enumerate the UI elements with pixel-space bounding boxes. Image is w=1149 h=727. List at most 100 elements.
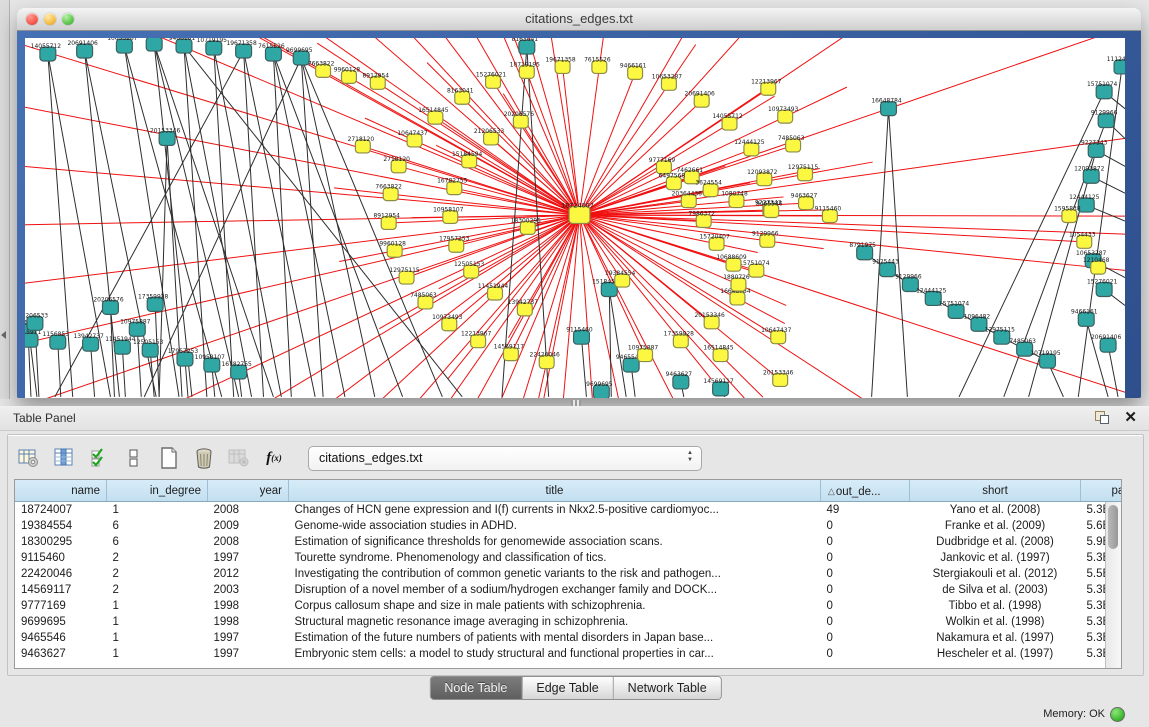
table-vertical-scrollbar[interactable] (1105, 502, 1121, 668)
close-panel-icon[interactable]: ✕ (1124, 408, 1137, 426)
graph-node[interactable]: 10719195 (510, 61, 541, 78)
graph-node[interactable]: 3915911 (25, 329, 41, 347)
graph-node[interactable]: 9466161 (1071, 308, 1098, 326)
graph-node[interactable]: 7485063 (410, 292, 437, 309)
float-panel-icon[interactable] (1095, 411, 1109, 424)
citation-graph[interactable]: 1405571220691406106532871527602194661611… (25, 38, 1125, 398)
graph-node[interactable]: 10973493 (768, 106, 799, 123)
table-settings-icon[interactable] (16, 445, 42, 471)
graph-node[interactable]: 7615526 (258, 43, 285, 61)
graph-node[interactable]: 17359928 (664, 331, 695, 348)
graph-nodes[interactable]: 1405571220691406106532871527602194661611… (25, 38, 1125, 398)
graph-node[interactable]: 12505153 (133, 339, 164, 357)
graph-node[interactable]: 20206576 (93, 296, 124, 314)
graph-node[interactable]: 12444125 (734, 139, 765, 156)
graph-node[interactable]: 10647437 (761, 327, 792, 344)
graph-node[interactable]: 20691406 (67, 40, 98, 58)
graph-node[interactable]: 10719195 (1030, 350, 1061, 368)
graph-node[interactable]: 8912954 (363, 72, 390, 89)
graph-node[interactable]: 1112453 (1107, 56, 1125, 74)
graph-node[interactable]: 9115460 (566, 326, 593, 344)
column-header-title[interactable]: title (289, 480, 821, 502)
graph-node[interactable]: 8791975 (849, 242, 876, 260)
graph-node[interactable]: 11451944 (478, 283, 509, 300)
panel-collapse-arrow-icon[interactable] (1, 331, 6, 339)
graph-node[interactable]: 9699695 (586, 381, 613, 398)
table-row[interactable]: 946554611997Estimation of the future num… (15, 630, 1122, 646)
graph-node[interactable]: 9227343 (1081, 139, 1108, 157)
column-header-name[interactable]: name (15, 480, 107, 502)
graph-node[interactable]: 16514845 (703, 345, 734, 362)
graph-node[interactable]: 12213967 (461, 331, 492, 348)
graph-node[interactable]: 20691406 (1091, 334, 1122, 352)
delete-trash-icon[interactable] (191, 445, 217, 471)
table-row[interactable]: 969969511998Structural magnetic resonanc… (15, 614, 1122, 630)
column-header-year[interactable]: year (208, 480, 289, 502)
graph-node[interactable]: 19671358 (545, 56, 576, 73)
graph-node[interactable]: 1080748 (721, 191, 748, 208)
graph-node[interactable]: 9463627 (791, 193, 818, 210)
table-chooser-dropdown[interactable]: citations_edges.txt ▲▼ (308, 446, 702, 471)
graph-node[interactable]: 9129966 (1091, 110, 1118, 128)
window-titlebar[interactable]: citations_edges.txt (17, 8, 1141, 31)
table-row[interactable]: 2242004622012Investigating the contribut… (15, 566, 1122, 582)
scrollbar-thumb[interactable] (1108, 505, 1118, 549)
graph-node[interactable]: 13942737 (73, 333, 104, 351)
graph-node[interactable]: 8912954 (373, 213, 400, 230)
column-header-pagerank[interactable]: pagerank (1081, 480, 1123, 502)
graph-node[interactable]: 14569117 (703, 378, 734, 396)
function-builder-icon[interactable]: f(x) (261, 445, 287, 471)
graph-node[interactable]: 11451944 (105, 336, 136, 354)
graph-node[interactable]: 1156853 (43, 331, 70, 349)
column-header-in-degree[interactable]: in_degree (107, 480, 208, 502)
table-row[interactable]: 977716911998Corpus callosum shape and si… (15, 598, 1122, 614)
graph-node[interactable]: 8163041 (512, 38, 539, 54)
tab-node-table[interactable]: Node Table (430, 677, 522, 699)
graph-node[interactable]: 15751074 (1087, 81, 1118, 99)
graph-node[interactable]: 1595838 (1054, 206, 1081, 223)
graph-node[interactable]: 10975887 (120, 318, 151, 336)
graph-node[interactable]: 14055712 (712, 113, 743, 130)
unselect-rows-icon[interactable] (121, 445, 147, 471)
network-canvas[interactable]: 1405571220691406106532871527602194661611… (25, 38, 1125, 398)
column-header-out-de-[interactable]: △ out_de... (821, 480, 910, 502)
graph-node[interactable]: 21206533 (474, 128, 505, 145)
graph-node[interactable]: 20691406 (685, 90, 716, 107)
table-row[interactable]: 946362711997Embryonic stem cells: a mode… (15, 646, 1122, 662)
graph-node[interactable]: 10719195 (197, 38, 228, 55)
select-columns-icon[interactable] (51, 445, 77, 471)
graph-node[interactable]: 9466161 (169, 38, 196, 53)
graph-node[interactable]: 9466161 (620, 62, 647, 79)
graph-node[interactable]: 10653287 (107, 38, 138, 53)
graph-node[interactable]: 12505153 (454, 261, 485, 278)
graph-node[interactable]: 7663822 (308, 60, 335, 77)
table-row[interactable]: 1938455462009Genome-wide association stu… (15, 518, 1122, 534)
graph-node[interactable]: 7615526 (584, 56, 611, 73)
graph-node[interactable]: 12213967 (751, 78, 782, 95)
column-header-short[interactable]: short (910, 480, 1081, 502)
table-row[interactable]: 1456911722003Disruption of a novel membe… (15, 582, 1122, 598)
graph-node[interactable]: 15720407 (699, 233, 730, 250)
graph-node[interactable]: 14569117 (494, 344, 525, 361)
table-row[interactable]: 1830029562008Estimation of significance … (15, 534, 1122, 550)
graph-node[interactable]: 19671358 (226, 40, 257, 58)
graph-node[interactable]: 2718120 (383, 156, 410, 173)
table-row[interactable]: 1872400712008Changes of HCN gene express… (15, 502, 1122, 519)
select-all-checks-icon[interactable] (86, 445, 112, 471)
new-document-icon[interactable] (156, 445, 182, 471)
graph-node[interactable]: 22420046 (530, 352, 561, 369)
graph-node[interactable]: 8163041 (447, 87, 474, 104)
graph-node[interactable]: 9115460 (815, 206, 842, 223)
graph-node[interactable]: 15276021 (137, 38, 168, 51)
graph-node[interactable]: 14055712 (31, 43, 62, 61)
graph-node[interactable]: 9463627 (666, 371, 693, 389)
table-row[interactable]: 911546021997Tourette syndrome. Phenomeno… (15, 550, 1122, 566)
graph-node[interactable]: 7663822 (375, 184, 402, 201)
graph-node[interactable]: 1054433 (1069, 231, 1096, 248)
graph-node[interactable]: 20206576 (504, 111, 535, 128)
graph-node[interactable]: 20153346 (763, 370, 794, 387)
tab-edge-table[interactable]: Edge Table (522, 677, 613, 699)
table-header[interactable]: namein_degreeyeartitle△ out_de...shortpa… (15, 480, 1122, 502)
graph-node[interactable]: 2718120 (348, 136, 375, 153)
graph-node[interactable]: 21206533 (25, 312, 48, 330)
